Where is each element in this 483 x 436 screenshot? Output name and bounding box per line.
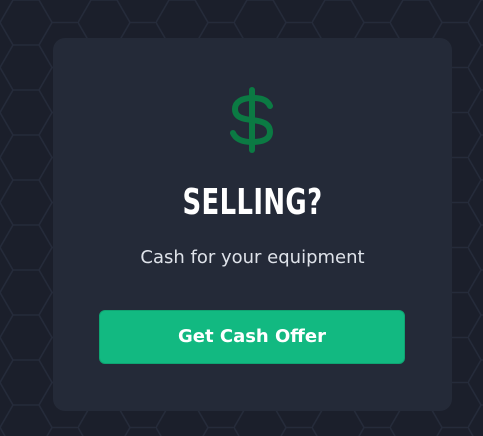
dollar-sign-icon	[230, 87, 273, 153]
get-cash-offer-button[interactable]: Get Cash Offer	[99, 310, 405, 364]
card-subtitle: Cash for your equipment	[140, 247, 365, 268]
card-title: SELLING?	[182, 182, 323, 223]
